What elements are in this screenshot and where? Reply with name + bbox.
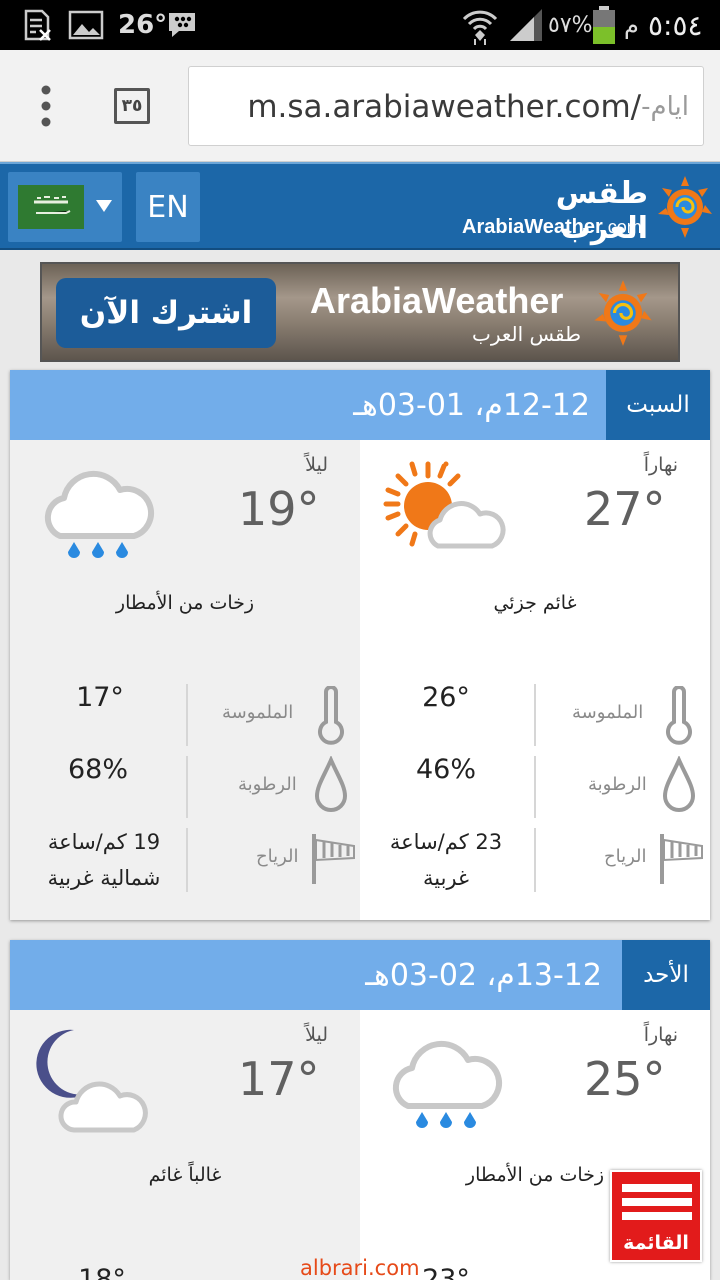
partly-cloudy-icon [382, 460, 516, 558]
night-temp: 17° [238, 1052, 320, 1106]
country-selector[interactable] [8, 172, 122, 242]
bbm-icon [166, 0, 198, 50]
menu-button[interactable]: القائمة [610, 1170, 702, 1262]
card-header: الأحد 13-12م، 02-03هـ [10, 940, 710, 1010]
night-feels-value: 17° [76, 682, 124, 713]
night-condition: زخات من الأمطار [115, 592, 255, 614]
ad-brand-english: ArabiaWeather [310, 280, 564, 321]
humidity-drop-icon [314, 755, 348, 820]
menu-bar [622, 1212, 692, 1220]
thermometer-icon [316, 685, 346, 750]
status-period: م [624, 11, 639, 39]
url-path: -ايام [641, 92, 689, 122]
night-label: ليلاً [305, 1024, 328, 1046]
chevron-down-icon [94, 198, 114, 218]
signal-icon [508, 0, 544, 50]
saudi-flag-icon [18, 185, 84, 229]
browser-toolbar: ٣٥ m.sa.arabiaweather.com/-ايام [0, 50, 720, 162]
menu-bar [622, 1184, 692, 1192]
night-label: ليلاً [305, 454, 328, 476]
status-time: ٥:٥٤ [648, 8, 703, 42]
url-host: m.sa.arabiaweather.com/ [247, 89, 642, 125]
status-temp: 26° [118, 10, 168, 40]
overflow-menu-icon[interactable] [28, 84, 64, 128]
moon-cloud-icon [34, 1026, 164, 1140]
thermometer-icon [664, 685, 694, 750]
wind-flag-icon [658, 830, 706, 890]
wifi-icon [460, 0, 500, 50]
day-feels-value: 26° [422, 682, 470, 713]
date-text: 13-12م، 02-03هـ [365, 957, 602, 993]
night-feels-label: الملموسة [222, 702, 294, 723]
status-bar: 26° ٥٧% م ٥:٥٤ [0, 0, 720, 50]
divider [534, 684, 536, 746]
day-humidity-value: 46% [415, 754, 476, 785]
day-temp: 25° [584, 1052, 666, 1106]
battery-icon [592, 0, 616, 50]
wind-flag-icon [310, 830, 358, 890]
night-feels-value: 18° [78, 1264, 126, 1280]
night-wind-speed: 19 كم/ساعة [47, 830, 161, 854]
card-header: السبت 12-12م، 01-03هـ [10, 370, 710, 440]
ad-banner[interactable]: اشترك الآن ArabiaWeather طقس العرب [40, 262, 680, 362]
menu-bar [622, 1198, 692, 1206]
day-label: نهاراً [643, 1024, 678, 1046]
night-temp: 19° [238, 482, 320, 536]
divider [186, 756, 188, 818]
logo-english: ArabiaWeather [462, 216, 603, 238]
sun-logo-icon [656, 174, 714, 244]
day-pane: نهاراً 27° غائم جزئي 26° الملموسة 46% ال… [360, 440, 710, 920]
date-text: 12-12م، 01-03هـ [353, 387, 590, 423]
language-button[interactable]: EN [136, 172, 200, 242]
day-name: الأحد [622, 940, 710, 1010]
subscribe-button[interactable]: اشترك الآن [56, 278, 276, 348]
day-wind-label: الرياح [604, 846, 647, 867]
tabs-button[interactable]: ٣٥ [114, 88, 150, 124]
night-wind-label: الرياح [256, 846, 299, 867]
night-humidity-value: 68% [67, 754, 128, 785]
day-temp: 27° [584, 482, 666, 536]
night-humidity-label: الرطوبة [238, 774, 297, 795]
site-header: EN طقس العرب ArabiaWeather.com [0, 162, 720, 250]
watermark: albrari.com [300, 1256, 420, 1280]
site-logo[interactable]: طقس العرب ArabiaWeather.com [462, 172, 652, 246]
ad-sun-logo-icon [588, 278, 658, 352]
day-label: نهاراً [643, 454, 678, 476]
menu-label: القائمة [623, 1232, 689, 1254]
battery-percent: ٥٧% [548, 12, 593, 38]
night-pane: ليلاً 19° زخات من الأمطار 17° الملموسة 6… [10, 440, 360, 920]
night-wind-direction: شمالية غربية [47, 866, 161, 890]
day-condition: غائم جزئي [493, 592, 577, 614]
humidity-drop-icon [662, 755, 696, 820]
day-wind-speed: 23 كم/ساعة [389, 830, 503, 854]
gallery-icon [68, 0, 104, 50]
divider [186, 684, 188, 746]
day-feels-label: الملموسة [572, 702, 644, 723]
day-name: السبت [606, 370, 710, 440]
divider [186, 828, 188, 892]
rain-cloud-icon [386, 1026, 506, 1142]
url-field[interactable]: m.sa.arabiaweather.com/-ايام [188, 66, 704, 146]
divider [534, 756, 536, 818]
ad-brand-arabic: طقس العرب [472, 322, 582, 346]
night-condition: غالباً غائم [148, 1164, 222, 1186]
day-humidity-label: الرطوبة [588, 774, 647, 795]
forecast-card-sunday: الأحد 13-12م، 02-03هـ ليلاً 17° غالباً غ… [10, 940, 710, 1280]
rain-cloud-icon [38, 456, 158, 572]
night-pane: ليلاً 17° غالباً غائم 18° [10, 1010, 360, 1280]
logo-suffix: .com [602, 217, 642, 237]
forecast-card-saturday: السبت 12-12م، 01-03هـ ليلاً 19° زخات من … [10, 370, 710, 920]
sim-icon [20, 0, 54, 50]
divider [534, 828, 536, 892]
day-wind-direction: غربية [422, 866, 469, 890]
